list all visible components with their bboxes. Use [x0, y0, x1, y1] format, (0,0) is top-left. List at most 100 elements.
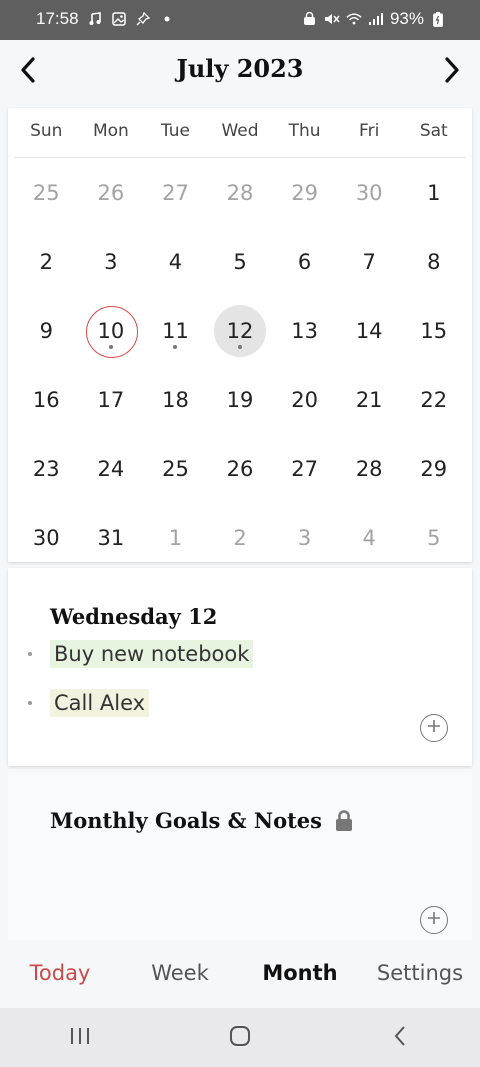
day-number: 22: [420, 387, 448, 412]
back-button[interactable]: [370, 1018, 430, 1058]
week-row: 2 3 4 5 6 7 8: [14, 227, 466, 296]
calendar-day[interactable]: 3: [79, 227, 144, 296]
weekday-label: Wed: [221, 121, 259, 141]
calendar-day[interactable]: 26: [208, 434, 273, 503]
recents-button[interactable]: [50, 1018, 110, 1058]
bullet-icon: [28, 652, 32, 656]
calendar-day[interactable]: 4: [143, 227, 208, 296]
calendar-day[interactable]: 20: [272, 365, 337, 434]
calendar-day[interactable]: 8: [401, 227, 466, 296]
image-icon: [111, 11, 127, 27]
plus-circle-icon: [426, 718, 442, 738]
day-panel-title: Wednesday 12: [50, 604, 218, 629]
calendar-day[interactable]: 16: [14, 365, 79, 434]
day-number: 6: [297, 249, 312, 274]
day-number: 28: [355, 456, 383, 481]
day-number: 9: [39, 318, 53, 343]
calendar-day[interactable]: 11: [143, 296, 208, 365]
calendar-day[interactable]: 4: [337, 503, 402, 572]
add-note-button[interactable]: [420, 906, 448, 934]
task-item[interactable]: Call Alex: [28, 689, 150, 717]
music-icon: [87, 11, 103, 27]
calendar-day[interactable]: 23: [14, 434, 79, 503]
calendar-day[interactable]: 15: [401, 296, 466, 365]
plus-circle-icon: [426, 910, 442, 930]
monthly-notes-panel: Monthly Goals & Notes: [8, 772, 472, 940]
week-row: 9 10 11 12 13 14 15: [14, 296, 466, 365]
battery-percent: 93%: [389, 9, 424, 28]
wifi-icon: [346, 11, 362, 27]
mute-icon: [324, 11, 340, 27]
day-number: 19: [226, 387, 254, 412]
calendar-day[interactable]: 31: [79, 503, 144, 572]
calendar-day[interactable]: 28: [208, 158, 273, 227]
tab-today[interactable]: Today: [0, 961, 120, 985]
add-task-button[interactable]: [420, 714, 448, 742]
day-panel: Wednesday 12 Buy new notebook Call Alex: [8, 568, 472, 766]
tab-week[interactable]: Week: [120, 961, 240, 985]
calendar-day[interactable]: 6: [272, 227, 337, 296]
calendar-day[interactable]: 18: [143, 365, 208, 434]
calendar-day[interactable]: 25: [14, 158, 79, 227]
week-row: 30 31 1 2 3 4 5: [14, 503, 466, 572]
calendar-day[interactable]: 9: [14, 296, 79, 365]
day-number: 4: [362, 525, 376, 550]
calendar-day[interactable]: 2: [208, 503, 273, 572]
calendar-day[interactable]: 3: [272, 503, 337, 572]
day-number: 2: [39, 249, 53, 274]
calendar-day[interactable]: 29: [272, 158, 337, 227]
calendar-day[interactable]: 26: [79, 158, 144, 227]
calendar-day[interactable]: 7: [337, 227, 402, 296]
tab-month[interactable]: Month: [240, 961, 360, 985]
event-dot-icon: [108, 344, 113, 349]
pin-icon: [135, 11, 151, 27]
status-left: 17:58: [36, 9, 175, 29]
calendar-day[interactable]: 5: [401, 503, 466, 572]
task-item[interactable]: Buy new notebook: [28, 640, 254, 668]
calendar-day[interactable]: 13: [272, 296, 337, 365]
day-number: 24: [97, 456, 125, 481]
calendar-day[interactable]: 30: [337, 158, 402, 227]
month-header: July 2023: [0, 40, 480, 104]
calendar-day[interactable]: 30: [14, 503, 79, 572]
tab-settings[interactable]: Settings: [360, 961, 480, 985]
calendar-day[interactable]: 29: [401, 434, 466, 503]
calendar-day-selected[interactable]: 12: [208, 296, 273, 365]
calendar-day[interactable]: 5: [208, 227, 273, 296]
calendar-day[interactable]: 1: [401, 158, 466, 227]
day-number: 5: [233, 249, 247, 274]
calendar-day[interactable]: 28: [337, 434, 402, 503]
home-button[interactable]: [210, 1018, 270, 1058]
notes-title-row: Monthly Goals & Notes: [50, 808, 354, 833]
weekday-label: Sun: [30, 121, 63, 141]
weekday-label: Sat: [419, 121, 448, 141]
calendar-day[interactable]: 19: [208, 365, 273, 434]
recents-icon: [69, 1026, 91, 1050]
calendar-day[interactable]: 1: [143, 503, 208, 572]
weekday-label: Fri: [359, 121, 380, 141]
day-number: 7: [362, 249, 376, 274]
calendar-day[interactable]: 2: [14, 227, 79, 296]
calendar-day[interactable]: 27: [272, 434, 337, 503]
calendar-day-today[interactable]: 10: [79, 296, 144, 365]
calendar-day[interactable]: 21: [337, 365, 402, 434]
day-number: 29: [420, 456, 448, 481]
day-number: 20: [291, 387, 318, 412]
calendar-day[interactable]: 17: [79, 365, 144, 434]
calendar-day[interactable]: 24: [79, 434, 144, 503]
weekday-header: Sun Mon Tue Wed Thu Fri Sat: [14, 116, 466, 158]
day-number: 29: [291, 180, 318, 205]
calendar-day[interactable]: 14: [337, 296, 402, 365]
calendar-day[interactable]: 22: [401, 365, 466, 434]
day-number: 1: [427, 180, 441, 205]
calendar-day[interactable]: 25: [143, 434, 208, 503]
notes-title: Monthly Goals & Notes: [50, 808, 322, 833]
calendar-day[interactable]: 27: [143, 158, 208, 227]
home-icon: [229, 1025, 251, 1051]
status-time: 17:58: [36, 9, 79, 28]
event-dot-icon: [238, 344, 243, 349]
week-row: 16 17 18 19 20 21 22: [14, 365, 466, 434]
lock-icon[interactable]: [334, 809, 354, 832]
next-month-button[interactable]: [434, 54, 470, 90]
day-number: 23: [32, 456, 60, 481]
